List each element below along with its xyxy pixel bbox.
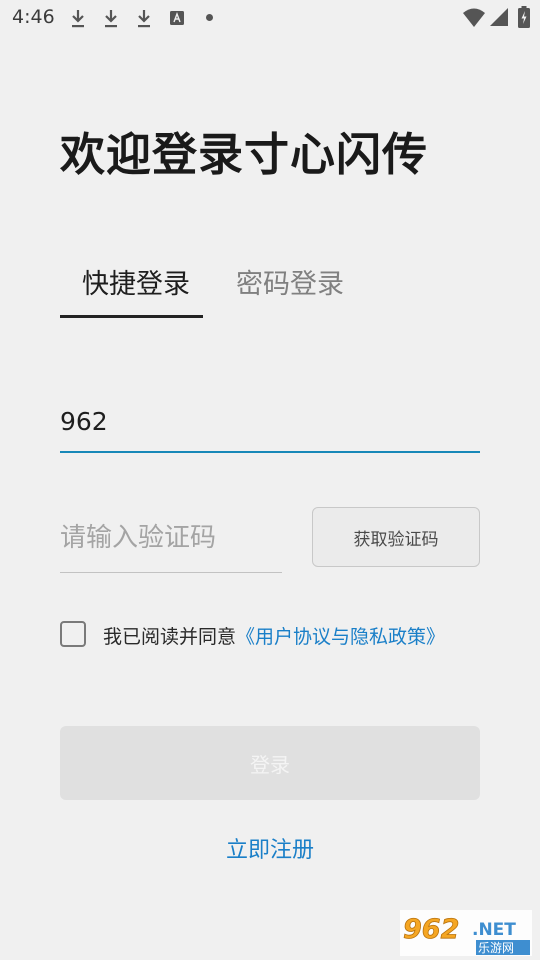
download-icon	[105, 10, 117, 28]
watermark-net: .NET	[472, 920, 516, 940]
watermark-logo: 962 .NET 乐游网	[400, 910, 532, 956]
get-code-button[interactable]: 获取验证码	[312, 507, 480, 567]
wifi-icon	[463, 8, 485, 27]
agreement-label: 我已阅读并同意	[103, 626, 237, 648]
dot-icon	[206, 14, 213, 21]
login-button[interactable]: 登录	[60, 726, 480, 800]
download-icon	[72, 10, 84, 28]
register-link[interactable]: 立即注册	[0, 832, 540, 864]
status-time: 4:46	[12, 6, 55, 28]
watermark-brand: 962	[403, 914, 459, 945]
tab-indicator	[60, 315, 203, 318]
watermark-cn: 乐游网	[478, 941, 514, 955]
phone-underline	[60, 451, 480, 453]
tab-password-login[interactable]: 密码登录	[236, 262, 344, 301]
code-underline	[60, 572, 282, 573]
code-input[interactable]	[60, 508, 282, 568]
agreement-link[interactable]: 《用户协议与隐私政策》	[236, 626, 445, 648]
a-icon	[170, 11, 184, 25]
phone-input[interactable]	[60, 392, 480, 450]
page-title: 欢迎登录寸心闪传	[60, 128, 429, 181]
tab-quick-login[interactable]: 快捷登录	[82, 262, 190, 301]
signal-icon	[490, 8, 508, 26]
agreement-checkbox[interactable]	[60, 621, 86, 647]
agreement-text: 我已阅读并同意《用户协议与隐私政策》	[103, 622, 445, 649]
status-bar: 4:46	[0, 0, 540, 36]
download-icon	[138, 10, 150, 28]
battery-icon	[518, 6, 530, 28]
